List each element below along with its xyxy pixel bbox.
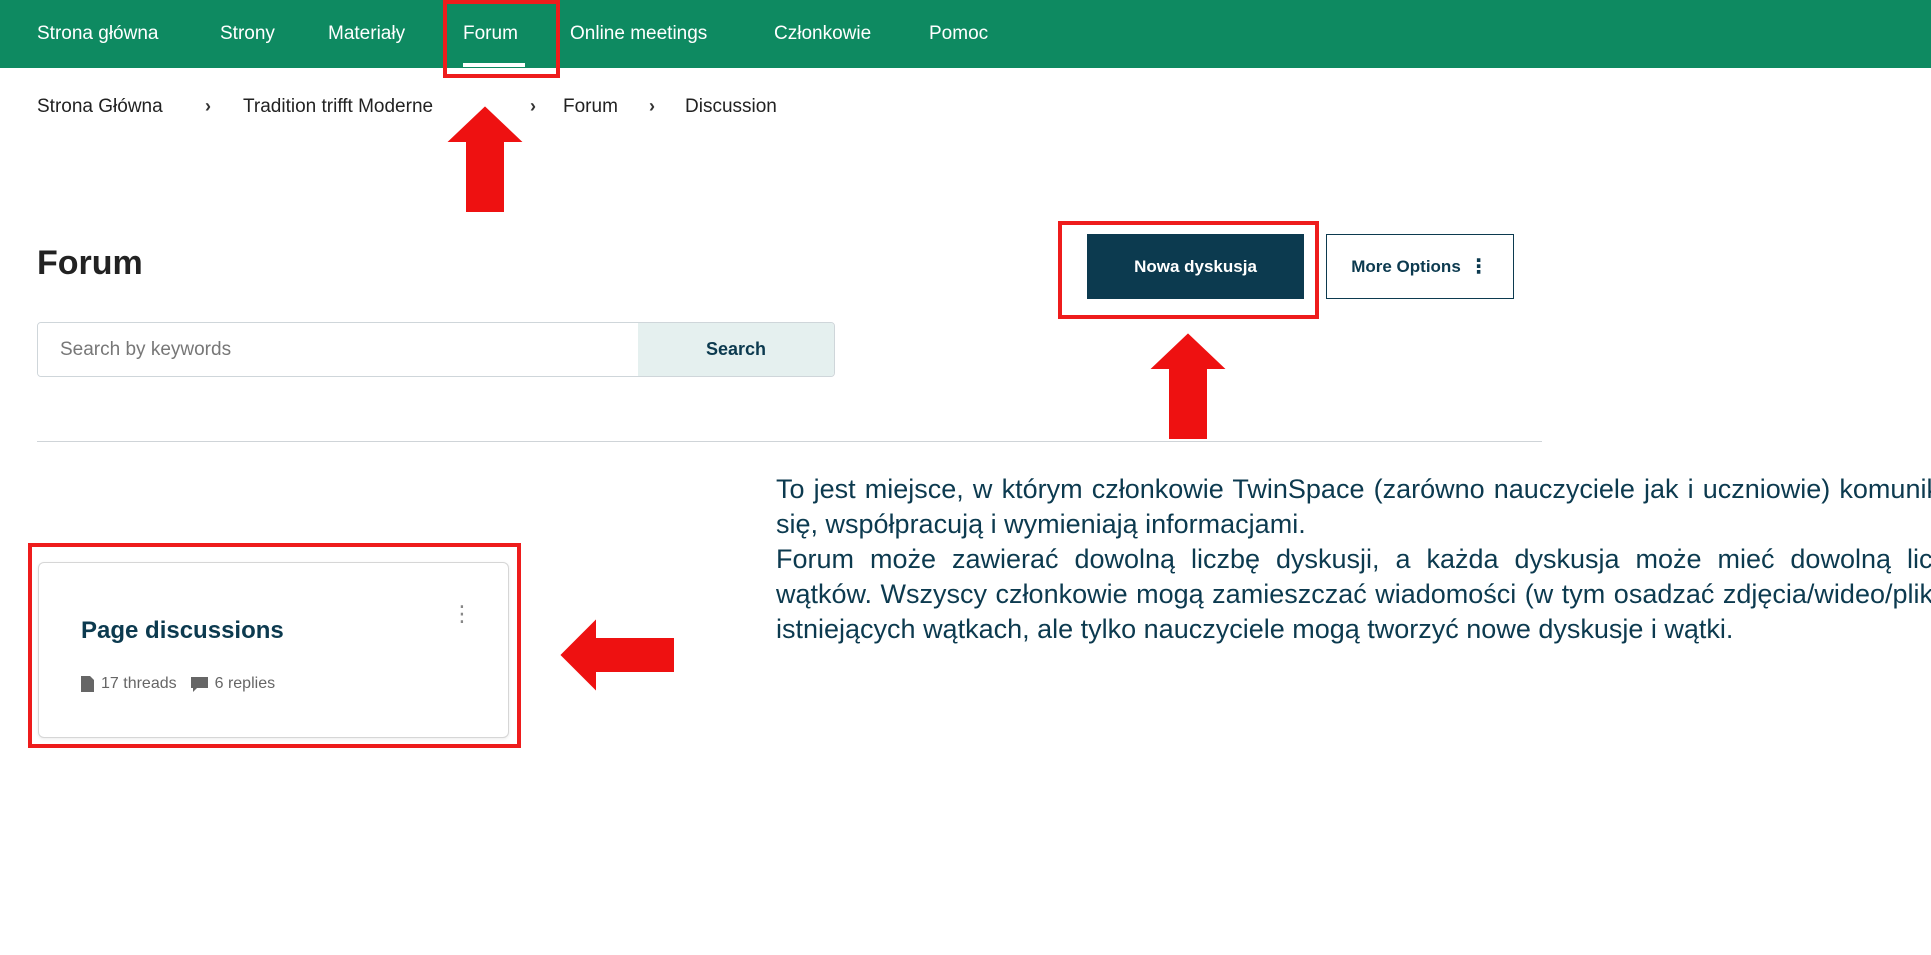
breadcrumb-discussion: Discussion [685,96,777,117]
nav-item-members[interactable]: Członkowie [774,0,871,68]
breadcrumb-home[interactable]: Strona Główna [37,96,163,118]
arrow-up-icon [1146,330,1231,441]
more-options-button[interactable]: More Options ⋮ [1326,234,1514,299]
top-navigation: Strona główna Strony Materiały Forum Onl… [0,0,1931,68]
nav-item-pages[interactable]: Strony [220,0,275,68]
page-title: Forum [37,244,143,282]
nav-item-materials[interactable]: Materiały [328,0,405,68]
breadcrumb-separator: › [649,96,655,116]
description-paragraph-2: Forum może zawierać dowolną liczbę dysku… [776,544,1931,644]
arrow-left-icon [557,615,676,695]
search-button[interactable]: Search [638,323,834,376]
description-paragraph-1: To jest miejsce, w którym członkowie Twi… [776,474,1931,539]
search-bar: Search [37,322,835,377]
kebab-menu-icon: ⋮ [1468,255,1489,278]
highlight-box-new-discussion [1058,221,1319,319]
more-options-label: More Options [1351,256,1461,276]
breadcrumb-project[interactable]: Tradition trifft Moderne [243,96,433,118]
highlight-box-forum-tab [443,0,560,78]
forum-description: To jest miejsce, w którym członkowie Twi… [776,472,1931,647]
arrow-up-icon [443,103,528,214]
search-input[interactable] [38,323,638,376]
highlight-box-discussion-card [28,543,521,748]
nav-item-home[interactable]: Strona główna [37,0,158,68]
breadcrumb-separator: › [530,96,536,116]
breadcrumb-separator: › [205,96,211,116]
breadcrumb-forum[interactable]: Forum [563,96,618,118]
nav-item-help[interactable]: Pomoc [929,0,988,68]
divider [37,441,1542,442]
nav-item-online-meetings[interactable]: Online meetings [570,0,707,68]
